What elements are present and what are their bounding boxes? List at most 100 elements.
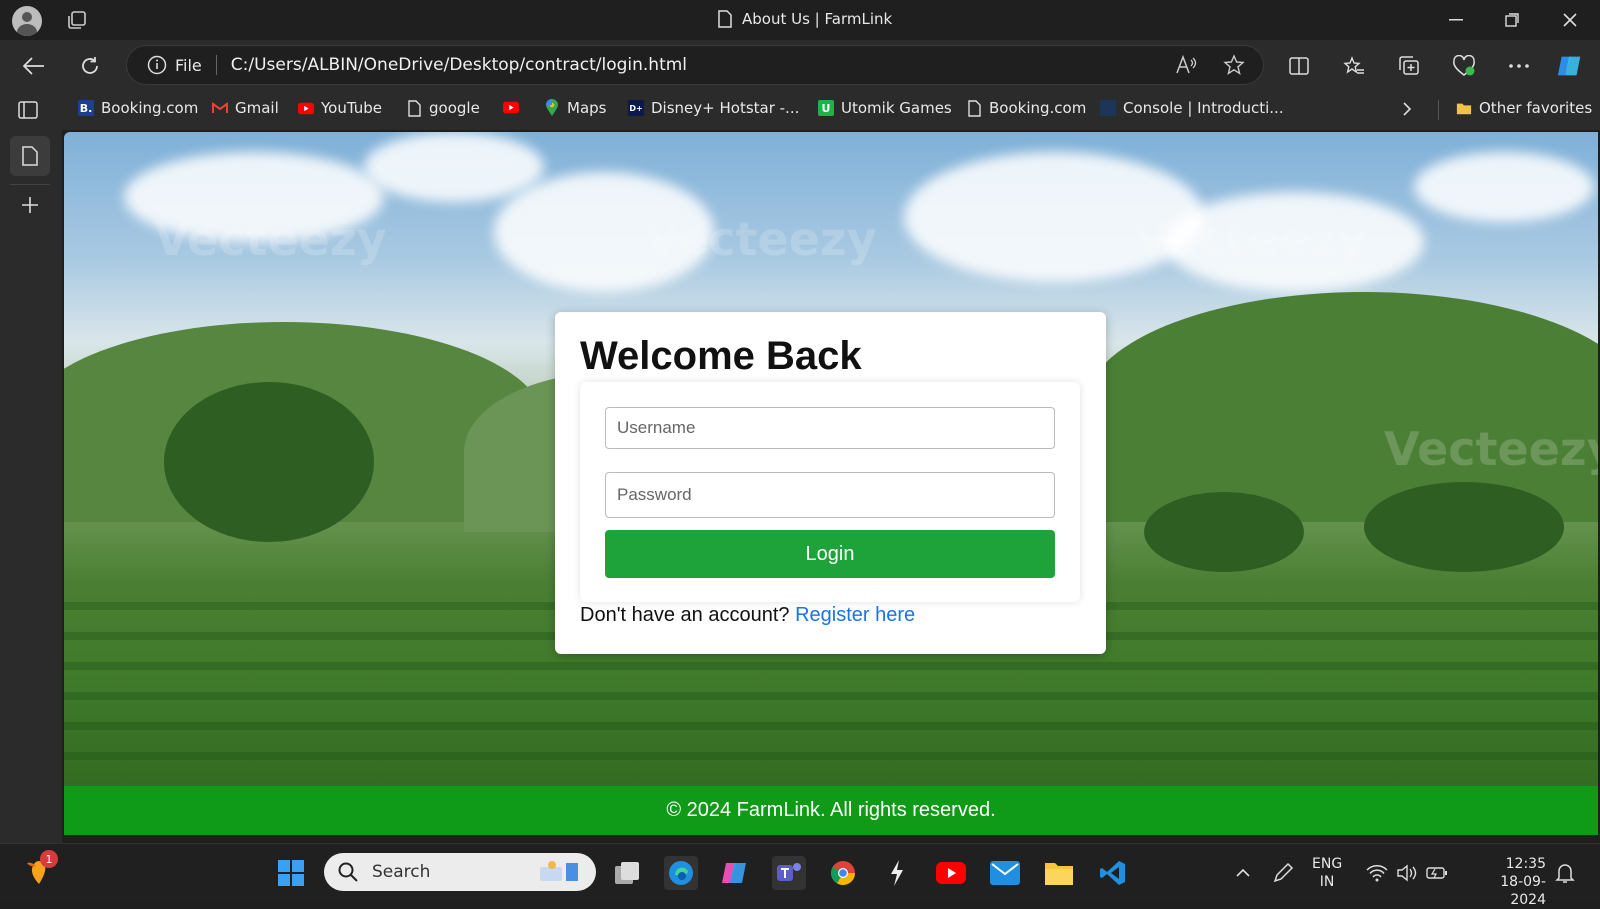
bookmark-maps[interactable]: Maps [544, 99, 606, 117]
clock-date: 18-09-2024 [1500, 874, 1546, 908]
address-bar[interactable]: File C:/Users/ALBIN/OneDrive/Desktop/con… [126, 45, 1264, 85]
show-hidden-icons-chevron-icon[interactable] [1226, 856, 1260, 890]
edge-taskbar-icon[interactable] [664, 856, 698, 890]
thunder-app-icon[interactable] [880, 856, 914, 890]
bookmark-youtube[interactable]: YouTube [298, 99, 382, 117]
gmail-icon [212, 100, 228, 116]
password-input[interactable] [605, 472, 1055, 518]
task-view-icon[interactable] [610, 856, 644, 890]
close-button[interactable] [1550, 4, 1590, 36]
username-input[interactable] [605, 407, 1055, 449]
page-icon [22, 146, 38, 166]
watermark-text: Vecteezy [1384, 422, 1598, 476]
tab-title[interactable]: About Us | FarmLink [718, 10, 892, 28]
profile-avatar[interactable] [12, 6, 42, 36]
scheme-label: File [175, 55, 202, 75]
bookmark-booking[interactable]: B. Booking.com [78, 99, 198, 117]
browser-toolbar: File C:/Users/ALBIN/OneDrive/Desktop/con… [0, 40, 1600, 90]
bookmarks-overflow-chevron-icon[interactable] [1402, 101, 1412, 121]
widgets-icon[interactable]: 1 [22, 850, 58, 888]
read-aloud-icon[interactable] [1175, 54, 1197, 79]
bookmark-google[interactable]: google [406, 99, 480, 117]
bookmark-label: Utomik Games [841, 99, 952, 117]
pen-icon[interactable] [1266, 856, 1300, 890]
file-explorer-icon[interactable] [1042, 856, 1076, 890]
tab-title-text: About Us | FarmLink [742, 10, 893, 28]
bookmark-label: Gmail [235, 99, 279, 117]
other-favorites-label: Other favorites [1479, 99, 1593, 117]
register-link[interactable]: Register here [795, 604, 915, 626]
watermark-text: Vecteezy [1134, 212, 1367, 266]
clock[interactable]: 12:35 18-09-2024 [1466, 855, 1546, 909]
copilot-taskbar-icon[interactable] [718, 856, 752, 890]
search-label: Search [372, 862, 431, 882]
refresh-icon[interactable] [76, 52, 104, 80]
bookmark-hotstar[interactable]: D+ Disney+ Hotstar -... [628, 99, 799, 117]
minimize-button[interactable] [1436, 4, 1476, 36]
battery-icon[interactable] [1420, 856, 1454, 890]
language-line-1: ENG [1312, 856, 1343, 872]
more-options-icon[interactable] [1505, 52, 1533, 80]
bookmark-label: Disney+ Hotstar -... [651, 99, 800, 117]
youtube-icon [298, 100, 314, 116]
web-page: Vecteezy Vecteezy Vecteezy Vecteezy Welc… [64, 132, 1598, 835]
bookmark-console[interactable]: Console | Introducti... [1100, 99, 1284, 117]
page-title: Welcome Back [580, 334, 862, 378]
bookmark-gmail[interactable]: Gmail [212, 99, 279, 117]
bookmark-label: Maps [567, 99, 607, 117]
page-icon [966, 99, 982, 117]
back-icon[interactable] [20, 52, 48, 80]
bookmark-label: google [429, 99, 480, 117]
bookmark-utomik[interactable]: U Utomik Games [818, 99, 952, 117]
windows-taskbar: 1 Search ENG IN 12:35 18-09-2024 [0, 843, 1600, 908]
login-button[interactable]: Login [605, 530, 1055, 578]
browser-essentials-icon[interactable] [1450, 52, 1478, 80]
workspaces-icon[interactable] [66, 10, 88, 30]
notification-count-badge: 1 [40, 850, 58, 868]
watermark-text: Vecteezy [644, 212, 877, 266]
maps-icon [544, 99, 560, 116]
console-icon [1100, 100, 1116, 116]
chrome-taskbar-icon[interactable] [826, 856, 860, 890]
favorite-star-icon[interactable] [1223, 54, 1245, 80]
wifi-icon[interactable] [1360, 856, 1394, 890]
clock-time: 12:35 [1505, 856, 1546, 872]
bookmark-label: YouTube [321, 99, 382, 117]
booking-icon: B. [78, 100, 94, 116]
split-screen-icon[interactable] [1285, 52, 1313, 80]
address-separator [215, 55, 217, 75]
language-indicator[interactable]: ENG IN [1312, 855, 1342, 891]
youtube-taskbar-icon[interactable] [934, 856, 968, 890]
new-tab-plus-icon[interactable] [17, 192, 43, 218]
restore-button[interactable] [1492, 4, 1532, 36]
teams-taskbar-icon[interactable] [772, 856, 806, 890]
tab-actions-icon[interactable] [18, 101, 38, 123]
register-prompt: Don't have an account? Register here [580, 604, 915, 627]
vscode-taskbar-icon[interactable] [1096, 856, 1130, 890]
title-bar: About Us | FarmLink [0, 0, 1600, 40]
mail-taskbar-icon[interactable] [988, 856, 1022, 890]
youtube-icon [503, 99, 519, 115]
site-info-button[interactable]: File [147, 55, 202, 75]
hotstar-icon: D+ [628, 100, 644, 116]
bookmark-label: Booking.com [101, 99, 199, 117]
sidebar-tab-current[interactable] [10, 136, 50, 176]
site-footer: © 2024 FarmLink. All rights reserved. [64, 786, 1598, 835]
other-favorites[interactable]: Other favorites [1456, 99, 1592, 117]
start-windows-icon[interactable] [274, 856, 308, 890]
utomik-icon: U [818, 100, 834, 116]
bookmark-youtube-icon-only[interactable] [503, 99, 519, 115]
favorites-icon[interactable] [1340, 52, 1368, 80]
language-line-2: IN [1319, 874, 1335, 890]
notification-bell-icon[interactable] [1548, 856, 1582, 890]
taskbar-search[interactable]: Search [324, 853, 596, 891]
copilot-icon[interactable] [1556, 52, 1584, 80]
info-icon [147, 55, 167, 75]
volume-icon[interactable] [1390, 856, 1424, 890]
bookmark-booking-2[interactable]: Booking.com [966, 99, 1086, 117]
watermark-text: Vecteezy [154, 212, 387, 266]
url-text[interactable]: C:/Users/ALBIN/OneDrive/Desktop/contract… [231, 55, 687, 75]
collections-icon[interactable] [1395, 52, 1423, 80]
login-card: Welcome Back Login Don't have an account… [555, 312, 1106, 654]
sidebar-divider [10, 184, 50, 185]
